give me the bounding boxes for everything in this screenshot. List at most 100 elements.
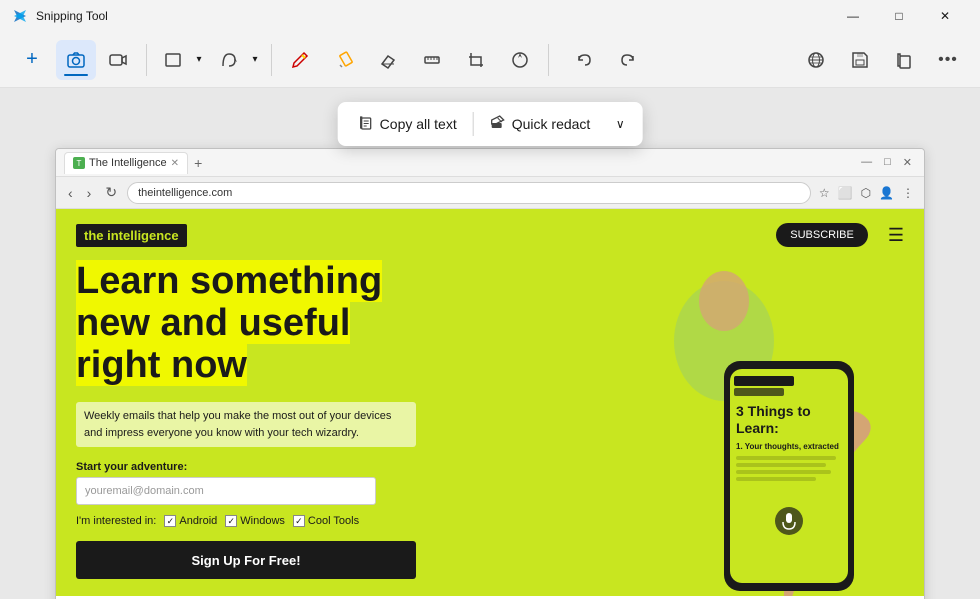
crop-icon [466,50,486,70]
undo-button[interactable] [565,40,605,80]
svg-text:1. Your thoughts, extracted: 1. Your thoughts, extracted [736,442,839,451]
subscribe-button[interactable]: SUBSCRIBE [776,223,868,247]
app-title: Snipping Tool [36,9,108,23]
android-label: Android [179,515,217,527]
back-button[interactable]: ‹ [64,183,77,203]
undo-icon [576,51,594,69]
website-content: the intelliɡence SUBSCRIBE ☰ Learn somet… [56,209,924,599]
more-options-button[interactable]: ••• [928,40,968,80]
window-btns: — □ ✕ [857,156,916,169]
headline-line2: new and useful [76,302,350,344]
favicon: T [73,157,85,169]
email-label: Start your adventure: [76,461,584,473]
site-description: Weekly emails that help you make the mos… [76,402,416,447]
ruler-button[interactable] [412,40,452,80]
pen-button[interactable] [280,40,320,80]
close-button[interactable]: ✕ [922,0,968,32]
video-icon [108,50,128,70]
main-headline: Learn something new and useful right now [76,261,584,386]
quick-redact-label: Quick redact [512,116,591,132]
highlighter-button[interactable] [324,40,364,80]
freeform-icon [211,40,247,80]
android-checkbox[interactable]: ✓ [164,515,176,527]
tab-title: The Intelligence [89,157,167,169]
browser-minimize[interactable]: — [857,156,876,169]
logo-text: the intelliɡence [84,228,179,243]
cooltools-label: Cool Tools [308,515,359,527]
url-text: theintelligence.com [138,187,232,199]
refresh-button[interactable]: ↻ [101,182,121,203]
ocr-button[interactable] [796,40,836,80]
quick-redact-dropdown[interactable]: ∨ [606,108,634,140]
cooltools-checkbox-item: ✓ Cool Tools [293,515,359,527]
capture-group [56,40,138,80]
title-bar-left: Snipping Tool [12,8,108,24]
eraser-button[interactable] [368,40,408,80]
screenshot-action[interactable]: ⬜ [836,184,855,202]
website-body: Learn something new and useful right now… [56,261,924,599]
minimize-button[interactable]: — [830,0,876,32]
copy-icon [894,50,914,70]
profile-button[interactable]: 👤 [877,184,896,202]
browser-action-buttons: ☆ ⬜ ⬡ 👤 ⋮ [817,184,916,202]
new-tab-button[interactable]: + [190,155,206,171]
browser-close[interactable]: ✕ [899,156,916,169]
windows-label: Windows [240,515,285,527]
copy-all-text-button[interactable]: Copy all text [346,108,469,141]
freeform-split-button[interactable]: ▾ [211,40,263,80]
site-header: the intelliɡence SUBSCRIBE ☰ [56,209,924,261]
extensions-button[interactable]: ⬡ [859,184,873,202]
frames-button[interactable] [500,40,540,80]
copy-all-text-label: Copy all text [380,116,457,132]
float-divider [473,112,474,136]
rectangle-icon [155,40,191,80]
plus-icon: + [26,48,38,71]
globe-icon [806,50,826,70]
copy-image-button[interactable] [884,40,924,80]
redo-icon [618,51,636,69]
mode-split-button[interactable]: ▾ [155,40,207,80]
forward-button[interactable]: › [83,183,96,203]
browser-tab-group: T The Intelligence ✕ + [64,152,206,174]
headline-line1: Learn something [76,260,382,302]
cooltools-checkbox[interactable]: ✓ [293,515,305,527]
eraser-icon [378,50,398,70]
browser-tab[interactable]: T The Intelligence ✕ [64,152,188,174]
tab-close-button[interactable]: ✕ [171,158,179,169]
active-indicator [64,74,88,76]
highlighter-icon [334,50,354,70]
ellipsis-icon: ••• [938,51,958,69]
header-right: SUBSCRIBE ☰ [776,223,904,247]
hero-svg: 3 Things to Learn: 1. Your thoughts, ext… [624,261,884,599]
camera-icon [66,50,86,70]
hamburger-menu[interactable]: ☰ [888,225,904,246]
window-controls: — □ ✕ [830,0,968,32]
bookmark-button[interactable]: ☆ [817,184,832,202]
browser-maximize[interactable]: □ [880,156,895,169]
video-button[interactable] [98,40,138,80]
menu-button[interactable]: ⋮ [900,184,916,202]
copy-text-icon [358,114,374,135]
redo-button[interactable] [607,40,647,80]
android-checkbox-item: ✓ Android [164,515,217,527]
windows-checkbox[interactable]: ✓ [225,515,237,527]
svg-text:3 Things to: 3 Things to [736,403,811,419]
dropdown-chevron-icon: ∨ [616,117,625,131]
content-area: Copy all text Quick redact ∨ T The In [0,88,980,599]
address-bar[interactable]: theintelligence.com [127,182,811,204]
save-button[interactable] [840,40,880,80]
interests-label: I'm interested in: [76,515,156,527]
svg-text:Learn:: Learn: [736,420,779,436]
screenshot-container: T The Intelligence ✕ + — □ ✕ ‹ › ↻ thein… [55,148,925,599]
email-input[interactable]: youremail@domain.com [76,477,376,505]
pen-icon [290,50,310,70]
floating-toolbar: Copy all text Quick redact ∨ [338,102,643,146]
signup-button[interactable]: Sign Up For Free! [76,541,416,579]
maximize-button[interactable]: □ [876,0,922,32]
quick-redact-button[interactable]: Quick redact [478,108,603,141]
crop-button[interactable] [456,40,496,80]
separator-3 [548,44,549,76]
save-icon [850,50,870,70]
new-button[interactable]: + [12,40,52,80]
screenshot-button[interactable] [56,40,96,80]
